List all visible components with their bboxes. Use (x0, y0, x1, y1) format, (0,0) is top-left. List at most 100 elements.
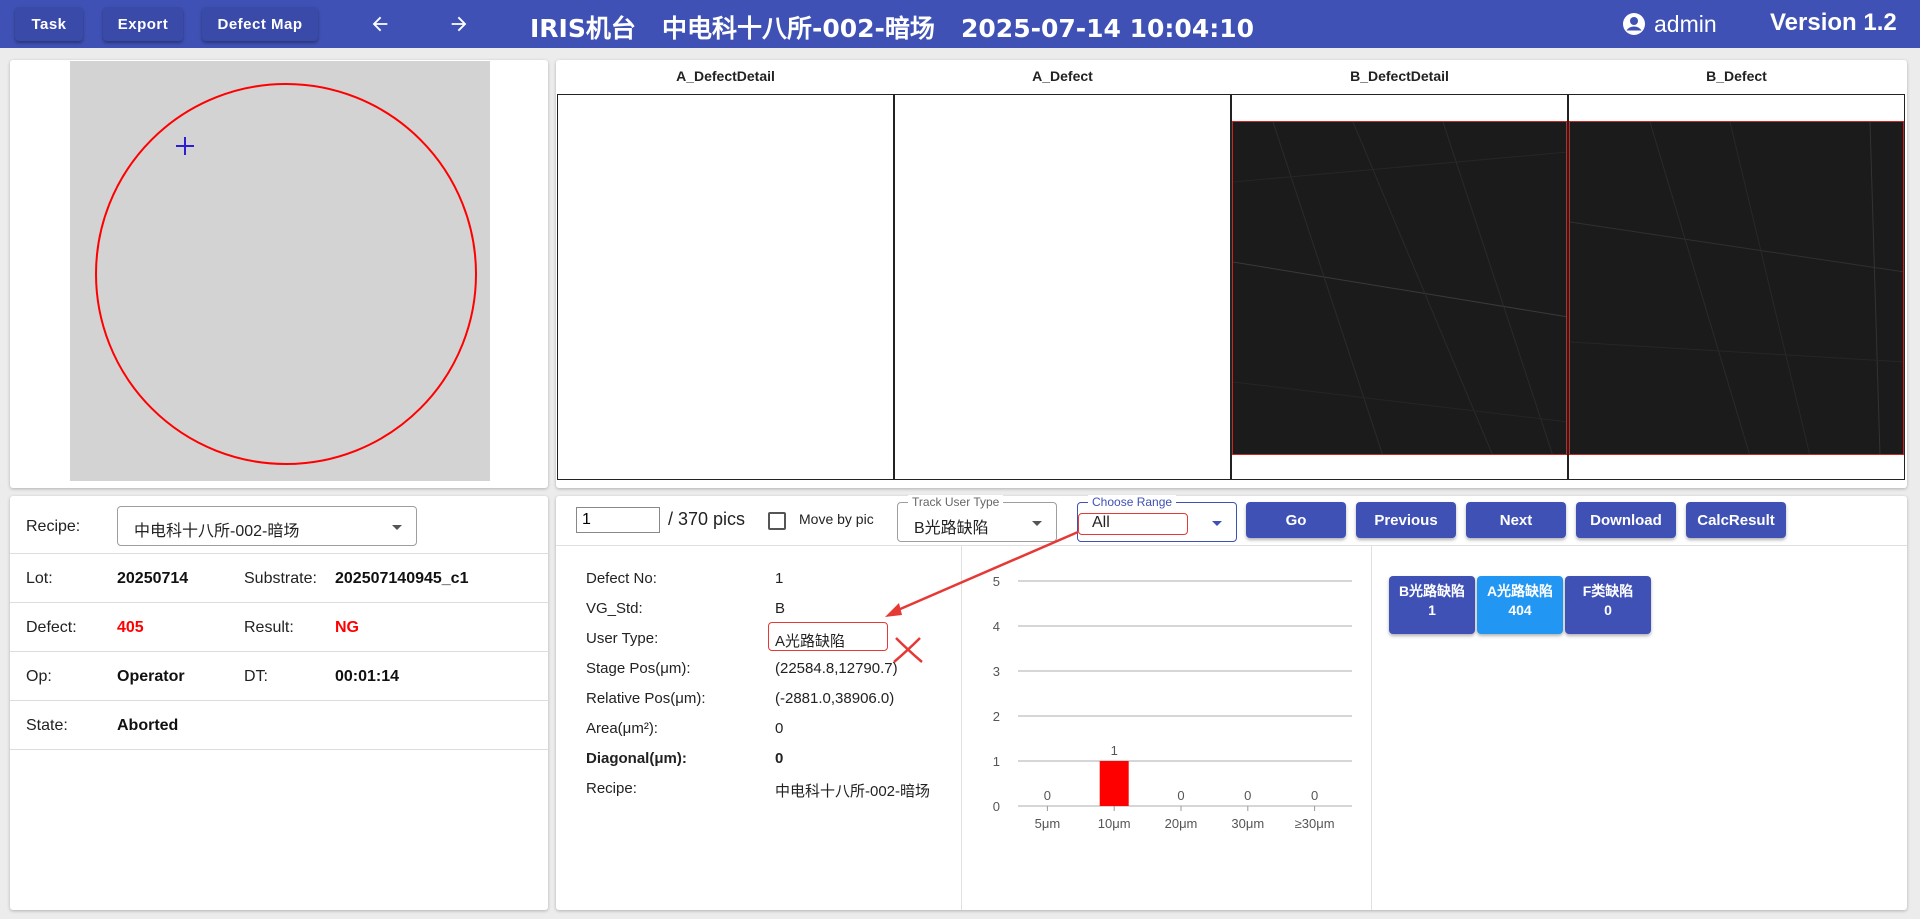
defect-count-value: 405 (117, 619, 144, 636)
area-label: Area(μm²): (586, 720, 658, 737)
defect-size-bar-chart: 0 1 2 3 4 5 0 5μm 1 10μm 0 20μm 0 30μm 0 ≥30μm (993, 574, 1352, 831)
bar-data-label: 0 (1044, 788, 1051, 803)
stage-pos-value: (22584.8,12790.7) (775, 660, 898, 677)
state-value: Aborted (117, 717, 179, 734)
chevron-down-icon (392, 525, 402, 530)
defect-label: Defect: (26, 619, 77, 636)
page-title: IRIS机台 中电科十八所-002-暗场 2025-07-14 10:04:10 (530, 14, 1254, 43)
lot-row: Lot: 20250714 Substrate: 202507140945_c1 (10, 554, 550, 603)
bar-data-label: 0 (1311, 788, 1318, 803)
recipe-select-value: 中电科十八所-002-暗场 (134, 523, 300, 540)
bar-data-label: 0 (1244, 788, 1251, 803)
a-defect-detail-image[interactable] (557, 94, 894, 480)
b-defect-detail-image[interactable] (1231, 94, 1568, 480)
recipe-row: Recipe: 中电科十八所-002-暗场 (10, 496, 550, 554)
detail-recipe-label: Recipe: (586, 780, 637, 797)
vg-std-label: VG_Std: (586, 600, 643, 617)
wafer-outline (95, 83, 477, 465)
op-label: Op: (26, 668, 52, 685)
track-user-type-label: Track User Type (908, 495, 1004, 509)
defect-map-button[interactable]: Defect Map (202, 7, 318, 41)
y-tick-label: 1 (993, 754, 1000, 769)
page-number-input[interactable] (576, 507, 660, 533)
lot-info-panel: Recipe: 中电科十八所-002-暗场 Lot: 20250714 Subs… (10, 496, 550, 910)
b-defect-photo (1569, 121, 1904, 455)
wafer-map[interactable] (70, 61, 490, 481)
recipe-label: Recipe: (26, 518, 81, 535)
vg-std-value: B (775, 600, 786, 617)
export-button[interactable]: Export (103, 7, 183, 41)
area-value: 0 (775, 720, 784, 737)
choose-range-select[interactable]: Choose Range All (1077, 495, 1237, 542)
defect-row: Defect: 405 Result: NG (10, 603, 550, 652)
annotation-highlight-box (768, 622, 888, 651)
detail-recipe-value: 中电科十八所-002-暗场 (775, 783, 931, 800)
a-defect-image[interactable] (894, 94, 1231, 480)
move-by-pic-label: Move by pic (799, 511, 874, 527)
dt-label: DT: (244, 668, 268, 685)
chip-type-name: A光路缺陷 (1486, 583, 1554, 599)
b-defect-detail-photo (1232, 121, 1567, 455)
defect-type-chip[interactable]: B光路缺陷 1 (1389, 576, 1475, 634)
state-label: State: (26, 717, 68, 734)
b-defect-image[interactable] (1568, 94, 1905, 480)
image-header-b-detail: B_DefectDetail (1350, 68, 1449, 84)
account-circle-icon (1622, 12, 1646, 36)
defect-no-label: Defect No: (586, 570, 657, 587)
forward-arrow-icon[interactable] (444, 9, 474, 39)
chip-count: 404 (1508, 602, 1532, 618)
go-button[interactable]: Go (1246, 502, 1346, 538)
dt-value: 00:01:14 (335, 668, 400, 685)
state-row: State: Aborted (10, 701, 550, 750)
move-by-pic-checkbox[interactable] (768, 512, 786, 530)
substrate-value: 202507140945_c1 (335, 570, 469, 587)
chip-type-name: B光路缺陷 (1398, 583, 1466, 599)
lot-value: 20250714 (117, 570, 189, 587)
diagonal-label: Diagonal(μm): (586, 750, 687, 767)
top-app-bar: Task Export Defect Map IRIS机台 中电科十八所-002… (0, 0, 1920, 48)
op-row: Op: Operator DT: 00:01:14 (10, 652, 550, 701)
substrate-label: Substrate: (244, 570, 317, 587)
y-tick-label: 2 (993, 709, 1000, 724)
track-user-type-value: B光路缺陷 (914, 520, 989, 537)
defect-detail-list: Defect No: 1 VG_Std: B User Type: A光路缺陷 … (556, 546, 962, 910)
x-tick-label: 30μm (1231, 816, 1264, 831)
image-header-b-defect: B_Defect (1706, 68, 1767, 84)
image-header-a-detail: A_DefectDetail (676, 68, 775, 84)
defect-image-panel: A_DefectDetail A_Defect B_DefectDetail B… (556, 60, 1907, 488)
x-tick-label: 10μm (1098, 816, 1131, 831)
defect-type-chips: B光路缺陷 1 A光路缺陷 404 F类缺陷 0 (1372, 496, 1907, 910)
back-arrow-icon[interactable] (365, 9, 395, 39)
bar (1099, 761, 1129, 806)
chip-type-name: F类缺陷 (1582, 583, 1634, 599)
image-header-a-defect: A_Defect (1032, 68, 1093, 84)
x-tick-label: 20μm (1165, 816, 1198, 831)
track-user-type-select[interactable]: Track User Type B光路缺陷 (897, 495, 1057, 542)
x-tick-label: ≥30μm (1295, 816, 1335, 831)
task-button[interactable]: Task (15, 7, 83, 41)
version-label: Version 1.2 (1770, 9, 1897, 36)
defect-no-value: 1 (775, 570, 784, 587)
page-total-label: / 370 pics (668, 509, 746, 529)
annotation-highlight-box (1078, 513, 1188, 535)
defect-crosshair-marker (176, 137, 194, 155)
defect-detail-panel: / 370 pics Move by pic Track User Type B… (556, 495, 1907, 910)
recipe-select[interactable]: 中电科十八所-002-暗场 (117, 506, 417, 546)
user-type-label: User Type: (586, 630, 659, 647)
defect-type-chip[interactable]: F类缺陷 0 (1565, 576, 1651, 634)
chevron-down-icon (1032, 521, 1042, 526)
bar-data-label: 1 (1111, 743, 1118, 758)
y-tick-label: 3 (993, 664, 1000, 679)
bar-data-label: 0 (1177, 788, 1184, 803)
x-tick-label: 5μm (1035, 816, 1061, 831)
chevron-down-icon (1212, 521, 1222, 526)
user-menu[interactable]: admin (1622, 10, 1717, 38)
username: admin (1654, 10, 1717, 37)
choose-range-label: Choose Range (1088, 495, 1177, 509)
defect-type-chip[interactable]: A光路缺陷 404 (1477, 576, 1563, 634)
result-label: Result: (244, 619, 294, 636)
op-value: Operator (117, 668, 185, 685)
chip-count: 0 (1604, 602, 1612, 618)
lot-label: Lot: (26, 570, 53, 587)
relative-pos-label: Relative Pos(μm): (586, 690, 706, 707)
